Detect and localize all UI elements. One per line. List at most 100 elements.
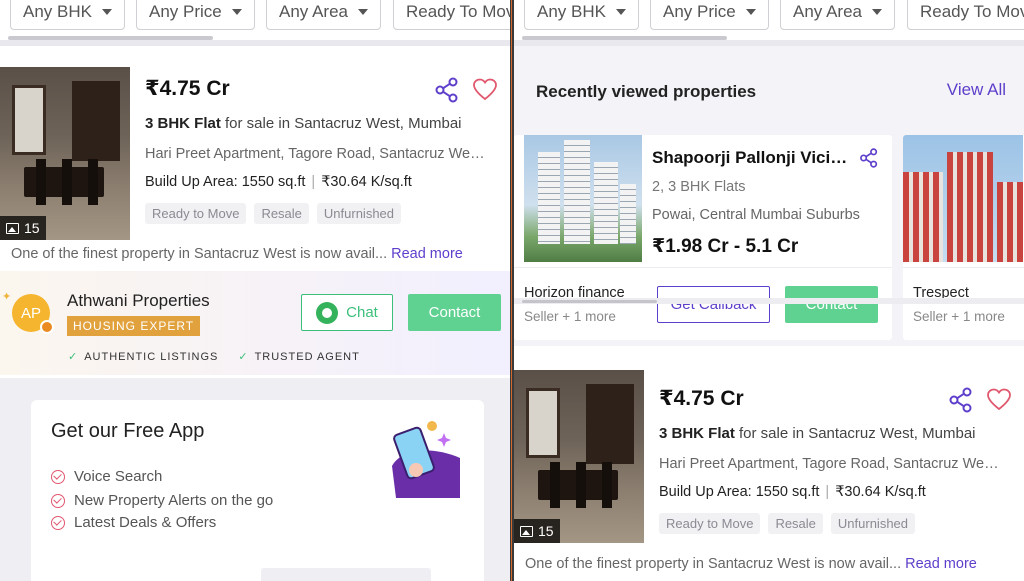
app-download-button[interactable] bbox=[261, 568, 431, 581]
app-feature-item: Voice Search bbox=[51, 468, 162, 485]
recent-property-card[interactable]: Trespect Seller + 1 more bbox=[903, 135, 1024, 340]
chevron-down-icon bbox=[101, 9, 112, 15]
app-feature-label: New Property Alerts on the go bbox=[74, 492, 274, 509]
share-icon[interactable] bbox=[434, 77, 460, 103]
filter-price-label: Any Price bbox=[149, 2, 222, 21]
filter-bhk[interactable]: Any BHK bbox=[524, 0, 639, 30]
property-price: ₹4.75 Cr bbox=[659, 387, 744, 410]
tag-furnishing: Unfurnished bbox=[316, 203, 402, 224]
filter-price[interactable]: Any Price bbox=[136, 0, 255, 30]
tag-possession: Ready to Move bbox=[659, 513, 761, 534]
whatsapp-icon bbox=[316, 301, 339, 324]
property-address: Hari Preet Apartment, Tagore Road, Santa… bbox=[145, 146, 490, 162]
property-price: ₹4.75 Cr bbox=[145, 77, 230, 100]
share-icon[interactable] bbox=[948, 387, 974, 413]
app-feature-item: New Property Alerts on the go bbox=[51, 492, 273, 509]
recent-scrollbar[interactable] bbox=[522, 300, 657, 303]
description-text: One of the finest property in Santacruz … bbox=[11, 246, 388, 262]
property-photo[interactable]: 15 bbox=[0, 67, 130, 240]
property-bhk: 3 BHK Flat bbox=[145, 115, 221, 132]
photo-count: 15 bbox=[24, 220, 40, 236]
check-icon: ✓ bbox=[238, 351, 249, 363]
trust-authentic: ✓ AUTHENTIC LISTINGS bbox=[68, 350, 218, 363]
property-title[interactable]: 3 BHK Flat for sale in Santacruz West, M… bbox=[145, 115, 485, 132]
filter-bhk[interactable]: Any BHK bbox=[10, 0, 125, 30]
property-address: Hari Preet Apartment, Tagore Road, Santa… bbox=[659, 456, 1004, 472]
image-icon bbox=[520, 525, 533, 537]
recent-property-photo[interactable] bbox=[524, 135, 642, 262]
recent-property-location: Powai, Central Mumbai Suburbs bbox=[652, 207, 860, 223]
image-icon bbox=[6, 222, 19, 234]
photo-count-badge: 15 bbox=[0, 216, 46, 240]
read-more-link[interactable]: Read more bbox=[905, 556, 977, 572]
left-pane: Any BHK Any Price Any Area Ready To Move… bbox=[0, 0, 510, 581]
agent-initials: AP bbox=[20, 304, 41, 322]
filter-scrollbar[interactable] bbox=[522, 36, 727, 40]
trust-authentic-label: AUTHENTIC LISTINGS bbox=[84, 351, 219, 363]
phone-app-illustration bbox=[392, 421, 460, 498]
property-tags: Ready to Move Resale Unfurnished bbox=[659, 513, 916, 534]
property-card[interactable]: 15 ₹4.75 Cr 3 BHK Flat for sale in Santa… bbox=[0, 58, 510, 270]
app-promo-title: Get our Free App bbox=[51, 420, 205, 442]
property-area: Build Up Area: 1550 sq.ft bbox=[659, 484, 820, 500]
filter-possession-label: Ready To Move bbox=[406, 2, 510, 21]
contact-button[interactable]: Contact bbox=[785, 286, 878, 323]
filter-scrollbar[interactable] bbox=[8, 36, 213, 40]
recent-property-name[interactable]: Shapoorji Pallonji Vicinia bbox=[652, 148, 852, 168]
app-feature-item: Latest Deals & Offers bbox=[51, 514, 216, 531]
filter-bhk-label: Any BHK bbox=[23, 2, 92, 21]
property-rate: ₹30.64 K/sq.ft bbox=[321, 174, 412, 190]
app-feature-label: Latest Deals & Offers bbox=[74, 514, 217, 531]
property-description: One of the finest property in Santacruz … bbox=[11, 246, 463, 262]
tag-sale-type: Resale bbox=[254, 203, 309, 224]
property-card[interactable]: 15 ₹4.75 Cr 3 BHK Flat for sale in Santa… bbox=[514, 368, 1024, 581]
app-feature-label: Voice Search bbox=[74, 468, 163, 485]
app-promo-card: Get our Free App Voice Search New Proper… bbox=[31, 400, 484, 581]
read-more-link[interactable]: Read more bbox=[391, 246, 463, 262]
heart-icon[interactable] bbox=[472, 77, 498, 103]
property-area-row: Build Up Area: 1550 sq.ft | ₹30.64 K/sq.ft bbox=[659, 484, 926, 500]
chevron-down-icon bbox=[358, 9, 368, 15]
trust-row: ✓ AUTHENTIC LISTINGS ✓ TRUSTED AGENT bbox=[68, 350, 360, 363]
recent-property-card[interactable]: Shapoorji Pallonji Vicinia 2, 3 BHK Flat… bbox=[514, 135, 892, 340]
recent-property-type: 2, 3 BHK Flats bbox=[652, 179, 746, 195]
chat-button[interactable]: Chat bbox=[301, 294, 393, 331]
seller-sub: Seller + 1 more bbox=[524, 309, 616, 324]
app-promo-section: Get our Free App Voice Search New Proper… bbox=[0, 378, 510, 581]
filter-price-label: Any Price bbox=[663, 2, 736, 21]
filter-possession-label: Ready To Move bbox=[920, 2, 1024, 21]
property-title-rest: for sale in Santacruz West, Mumbai bbox=[220, 115, 462, 132]
chevron-down-icon bbox=[615, 9, 626, 15]
filter-price[interactable]: Any Price bbox=[650, 0, 769, 30]
medal-icon bbox=[40, 320, 54, 334]
seller-sub: Seller + 1 more bbox=[913, 309, 1005, 324]
recent-property-photo[interactable] bbox=[903, 135, 1023, 262]
view-all-link[interactable]: View All bbox=[947, 80, 1006, 100]
agent-avatar[interactable]: AP bbox=[12, 294, 54, 334]
agent-name[interactable]: Athwani Properties bbox=[67, 291, 210, 311]
tag-furnishing: Unfurnished bbox=[830, 513, 916, 534]
heart-icon[interactable] bbox=[986, 387, 1012, 413]
share-icon[interactable] bbox=[859, 148, 879, 168]
contact-button[interactable]: Contact bbox=[408, 294, 501, 331]
filter-area[interactable]: Any Area bbox=[780, 0, 895, 30]
property-description: One of the finest property in Santacruz … bbox=[525, 556, 977, 572]
get-callback-button[interactable]: Get Callback bbox=[657, 286, 770, 323]
property-photo[interactable]: 15 bbox=[514, 370, 644, 543]
filter-possession[interactable]: Ready To Move bbox=[393, 0, 510, 30]
filter-area[interactable]: Any Area bbox=[266, 0, 381, 30]
photo-count: 15 bbox=[538, 523, 554, 539]
check-circle-icon bbox=[51, 469, 65, 484]
trust-agent: ✓ TRUSTED AGENT bbox=[238, 350, 360, 363]
property-rate: ₹30.64 K/sq.ft bbox=[835, 484, 926, 500]
filter-possession[interactable]: Ready To Move bbox=[907, 0, 1024, 30]
check-circle-icon bbox=[51, 493, 65, 508]
property-title[interactable]: 3 BHK Flat for sale in Santacruz West, M… bbox=[659, 425, 999, 442]
agent-section: ✦ AP Athwani Properties HOUSING EXPERT C… bbox=[0, 271, 510, 375]
tag-possession: Ready to Move bbox=[145, 203, 247, 224]
filter-area-label: Any Area bbox=[279, 2, 348, 21]
property-tags: Ready to Move Resale Unfurnished bbox=[145, 203, 402, 224]
property-bhk: 3 BHK Flat bbox=[659, 425, 735, 442]
right-pane: Any BHK Any Price Any Area Ready To Move… bbox=[514, 0, 1024, 581]
filter-area-label: Any Area bbox=[793, 2, 862, 21]
